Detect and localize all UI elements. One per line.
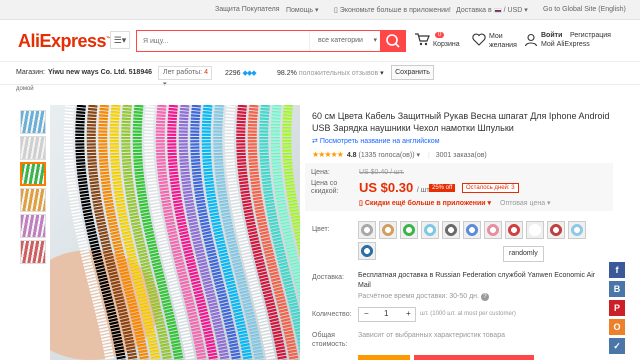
buy-now-button[interactable] bbox=[358, 355, 410, 360]
price-label: Цена: bbox=[311, 169, 330, 176]
discount-badge: 25% off bbox=[429, 184, 456, 192]
product-rating[interactable]: ★★★★★ 4.8 (1335 голоса(ов)) ▾ | 3001 зак… bbox=[312, 150, 487, 159]
quantity-stepper: − 1 + bbox=[358, 307, 416, 322]
facebook-icon[interactable]: f bbox=[609, 262, 625, 278]
vk-share-icon[interactable]: ✓ bbox=[609, 338, 625, 354]
top-bar: Защита Покупателя Помощь ▾ ▯ Экономьте б… bbox=[0, 0, 640, 20]
translate-icon: ⇄ bbox=[312, 138, 318, 145]
days-left-badge: Осталось дней: 3 bbox=[462, 183, 519, 193]
help-menu[interactable]: Помощь ▾ bbox=[286, 6, 319, 14]
thumbnail-list bbox=[20, 110, 46, 266]
color-swatch[interactable] bbox=[379, 221, 397, 239]
shipping-info[interactable]: Бесплатная доставка в Russian Federation… bbox=[358, 271, 608, 291]
color-swatch[interactable] bbox=[442, 221, 460, 239]
odnoklassniki-icon[interactable]: O bbox=[609, 319, 625, 335]
quantity-limit: шт. (1000 шт. at most per customer) bbox=[420, 311, 516, 317]
rating-value: 4.8 bbox=[346, 152, 357, 159]
wholesale-price-dropdown[interactable]: Оптовая цена ▾ bbox=[500, 199, 551, 207]
heart-icon bbox=[472, 33, 486, 46]
cart-count-badge: 0 bbox=[435, 32, 445, 38]
old-price: US $0.40 / шт. bbox=[359, 169, 405, 176]
color-swatch[interactable] bbox=[568, 221, 586, 239]
app-deal-dropdown[interactable]: ▯ Скидки ещё больше в приложении ▾ bbox=[359, 199, 491, 207]
discount-price: US $0.30 / шт. bbox=[359, 180, 431, 195]
store-years: Лет работы: 4 ▾ bbox=[158, 66, 212, 88]
category-select[interactable]: все категории ▾ bbox=[309, 31, 383, 51]
quantity-label: Количество: bbox=[312, 311, 352, 318]
quantity-decrease-button[interactable]: − bbox=[364, 309, 369, 318]
color-swatch[interactable] bbox=[547, 221, 565, 239]
add-to-cart-button[interactable] bbox=[414, 355, 534, 360]
search-input[interactable] bbox=[137, 31, 307, 51]
store-score[interactable]: 2296 ◆◆◆ bbox=[225, 69, 257, 77]
diamond-icon: ◆◆◆ bbox=[242, 70, 257, 77]
color-swatch[interactable] bbox=[526, 221, 544, 239]
breadcrumb[interactable]: домой bbox=[16, 86, 34, 92]
thumbnail[interactable] bbox=[20, 162, 46, 186]
total-label: Общая стоимость: bbox=[312, 332, 348, 348]
color-swatch[interactable] bbox=[421, 221, 439, 239]
save-store-button[interactable]: Сохранить bbox=[391, 65, 434, 80]
cart-label[interactable]: Корзина bbox=[433, 41, 460, 48]
pinterest-icon[interactable]: P bbox=[609, 300, 625, 316]
shipping-label: Доставка: bbox=[312, 274, 345, 281]
cable-coils-image bbox=[50, 105, 300, 360]
search-icon bbox=[386, 34, 400, 48]
quantity-increase-button[interactable]: + bbox=[406, 309, 411, 318]
price-box: Цена: US $0.40 / шт. Цена со скидкой: US… bbox=[305, 163, 613, 211]
wishlist-button[interactable] bbox=[472, 33, 486, 48]
site-header: AliExpress™ ☰▾ все категории ▾ 0 Корзина… bbox=[0, 20, 640, 62]
store-name-link[interactable]: Yiwu new ways Co. Ltd. 518946 bbox=[48, 69, 152, 76]
search-button[interactable] bbox=[380, 30, 406, 52]
color-swatch[interactable] bbox=[505, 221, 523, 239]
color-swatch[interactable] bbox=[358, 242, 376, 260]
thumbnail[interactable] bbox=[20, 188, 46, 212]
buyer-protection-link[interactable]: Защита Покупателя bbox=[215, 6, 280, 13]
thumbnail[interactable] bbox=[20, 110, 46, 134]
color-label: Цвет: bbox=[312, 226, 330, 233]
sign-in-link[interactable]: Войти bbox=[541, 32, 562, 39]
category-menu-button[interactable]: ☰▾ bbox=[110, 31, 130, 49]
orders-count: 3001 заказа(ов) bbox=[435, 152, 487, 159]
flag-icon bbox=[493, 7, 502, 13]
color-swatch[interactable] bbox=[484, 221, 502, 239]
user-icon bbox=[524, 33, 538, 47]
quantity-input[interactable]: 1 bbox=[384, 309, 388, 318]
shipping-time: Расчётное время доставки: 30-50 дн. ? bbox=[358, 293, 489, 301]
aliexpress-logo[interactable]: AliExpress™ bbox=[18, 31, 111, 52]
color-swatch[interactable] bbox=[463, 221, 481, 239]
discount-price-label: Цена со скидкой: bbox=[311, 180, 339, 195]
vk-icon[interactable]: B bbox=[609, 281, 625, 297]
thumbnail[interactable] bbox=[20, 214, 46, 238]
view-english-title-link[interactable]: ⇄ Посмотреть название на английском bbox=[312, 137, 440, 145]
app-promo-link[interactable]: ▯ Экономьте больше в приложении! bbox=[334, 6, 451, 14]
ship-to-selector[interactable]: Доставка в / USD ▾ bbox=[456, 6, 528, 14]
thumbnail[interactable] bbox=[20, 240, 46, 264]
color-swatch[interactable] bbox=[400, 221, 418, 239]
cart-button[interactable] bbox=[414, 32, 430, 46]
total-price-text: Зависит от выбранных характеристик товар… bbox=[358, 332, 505, 339]
color-swatch-list: randomly bbox=[358, 221, 608, 263]
register-link[interactable]: Регистрация bbox=[570, 32, 611, 39]
cart-icon bbox=[415, 33, 430, 46]
search-bar: все категории ▾ bbox=[136, 30, 406, 52]
divider bbox=[0, 84, 640, 85]
product-main-image[interactable] bbox=[50, 105, 300, 360]
account-button[interactable] bbox=[524, 33, 538, 49]
phone-icon: ▯ bbox=[359, 200, 363, 207]
info-icon[interactable]: ? bbox=[480, 293, 489, 301]
product-title: 60 см Цвета Кабель Защитный Рукав Весна … bbox=[312, 111, 610, 133]
color-option-randomly[interactable]: randomly bbox=[503, 246, 544, 262]
store-label: Магазин: bbox=[16, 69, 45, 76]
rating-stars-icon: ★★★★★ bbox=[312, 150, 344, 159]
store-positive-rate: 98.2% положительных отзывов ▾ bbox=[277, 70, 384, 77]
thumbnail[interactable] bbox=[20, 136, 46, 160]
rating-votes: (1335 голоса(ов)) bbox=[358, 152, 415, 159]
my-aliexpress-link[interactable]: Мой AliExpress bbox=[541, 41, 590, 48]
global-site-link[interactable]: Go to Global Site (English) bbox=[543, 6, 626, 13]
color-swatch[interactable] bbox=[358, 221, 376, 239]
store-bar: Магазин: Yiwu new ways Co. Ltd. 518946 Л… bbox=[0, 62, 640, 88]
wishlist-label[interactable]: Мои желания bbox=[489, 32, 521, 50]
